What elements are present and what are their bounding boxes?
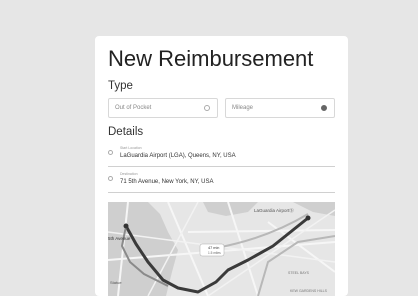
map-label-airport: LaGuardia AirportⓈ [254, 207, 294, 214]
route-duration: 47 min [208, 246, 219, 250]
map-label-statue: Statue [110, 280, 122, 285]
map-label-hills: KEW GARDENS HILLS [290, 289, 328, 293]
radio-out-of-pocket-icon[interactable] [204, 105, 210, 111]
start-pin-icon [305, 215, 311, 221]
option-out-of-pocket[interactable]: Out of Pocket [108, 98, 218, 118]
map-canvas[interactable]: LaGuardia AirportⓈ 5th Avenue 47 min 1.5… [108, 202, 335, 296]
map-label-5th-avenue: 5th Avenue [108, 236, 131, 241]
details-heading: Details [108, 126, 144, 138]
option-out-of-pocket-label: Out of Pocket [115, 105, 152, 111]
route-map[interactable]: LaGuardia AirportⓈ 5th Avenue 47 min 1.5… [108, 202, 335, 296]
reimbursement-form: New Reimbursement Type Out of Pocket Mil… [95, 36, 348, 296]
destination-pin-icon [123, 223, 129, 229]
route-distance: 1.5 miles [208, 251, 221, 255]
start-location-value: LaGuardia Airport (LGA), Queens, NY, USA [120, 153, 236, 159]
map-label-bay: STEEL BAYS [288, 271, 310, 275]
type-heading: Type [108, 80, 133, 92]
destination-value: 71 5th Avenue, New York, NY, USA [120, 179, 214, 185]
option-mileage-label: Mileage [232, 105, 254, 111]
radio-mileage-icon[interactable] [321, 105, 327, 111]
location-pin-icon [108, 176, 113, 181]
form-title: New Reimbursement [108, 46, 314, 71]
destination-caption: Destination [120, 172, 138, 176]
option-mileage[interactable]: Mileage [225, 98, 335, 118]
destination-field[interactable]: Destination 71 5th Avenue, New York, NY,… [108, 170, 335, 193]
start-location-caption: Start Location [120, 146, 142, 150]
start-location-field[interactable]: Start Location LaGuardia Airport (LGA), … [108, 144, 335, 167]
location-pin-icon [108, 150, 113, 155]
